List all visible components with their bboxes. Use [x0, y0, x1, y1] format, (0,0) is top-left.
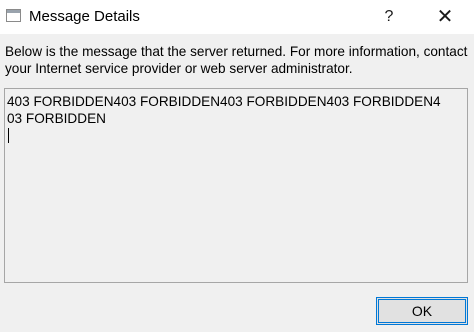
- server-message-text: 403 FORBIDDEN403 FORBIDDEN403 FORBIDDEN4…: [7, 94, 441, 126]
- help-button[interactable]: ?: [372, 4, 406, 30]
- window-icon: [6, 9, 21, 22]
- close-button[interactable]: ✕: [424, 2, 466, 32]
- ok-button[interactable]: OK: [376, 297, 468, 325]
- window-title: Message Details: [29, 8, 140, 25]
- title-bar: Message Details ? ✕: [0, 0, 474, 34]
- message-details-dialog: Message Details ? ✕ Below is the message…: [0, 0, 474, 332]
- ok-button-label: OK: [411, 303, 433, 319]
- message-textbox[interactable]: 403 FORBIDDEN403 FORBIDDEN403 FORBIDDEN4…: [4, 88, 468, 283]
- text-caret: [8, 128, 9, 143]
- description-text: Below is the message that the server ret…: [5, 44, 468, 76]
